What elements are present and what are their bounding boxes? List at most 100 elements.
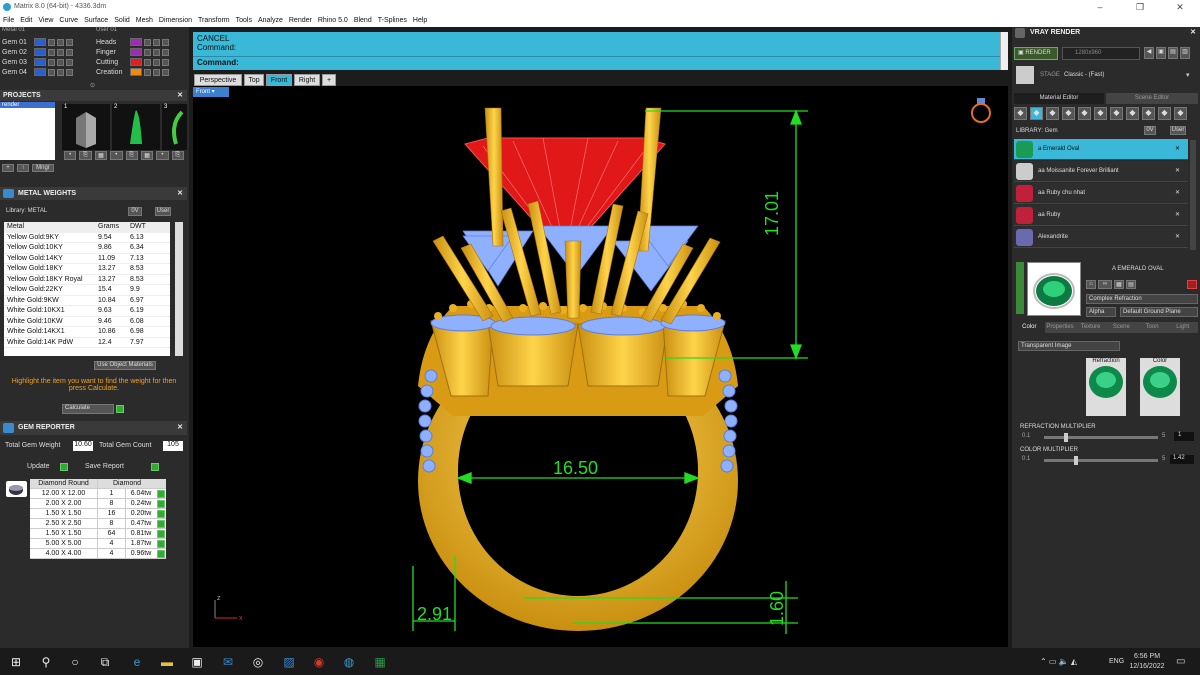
tab-add[interactable]: +	[322, 74, 336, 86]
calculate-button[interactable]	[116, 405, 124, 413]
excel-icon[interactable]: ▦	[370, 652, 390, 672]
subtab-properties[interactable]: Properties	[1044, 322, 1076, 333]
menu-item[interactable]: Curve	[56, 14, 81, 27]
subtab-texture[interactable]: Texture	[1075, 322, 1107, 333]
command-scrollbar[interactable]	[1000, 32, 1008, 70]
material-icon[interactable]: ◆	[1046, 107, 1059, 120]
menu-item[interactable]: Solid	[111, 14, 133, 27]
chevron-down-icon[interactable]: ▾	[1186, 71, 1190, 79]
tab-front[interactable]: Front	[266, 74, 292, 86]
tab-perspective[interactable]: Perspective	[194, 74, 242, 86]
menu-item[interactable]: T-Splines	[375, 14, 410, 27]
table-row[interactable]: 12.00 X 12.00 1 6.04tw	[30, 489, 166, 499]
table-row[interactable]: Yellow Gold:18KY 13.27 8.53	[4, 264, 170, 275]
close-icon[interactable]: ✕	[1190, 27, 1196, 39]
remove-icon[interactable]: ✕	[1175, 205, 1180, 226]
clock[interactable]: 6:56 PM 12/16/2022	[1124, 652, 1170, 672]
tool-button[interactable]: ∞	[1098, 280, 1112, 289]
lock-icon[interactable]	[48, 68, 55, 76]
gem-user-button[interactable]: User	[1170, 126, 1186, 135]
render-size-field[interactable]: 1280x960	[1062, 47, 1140, 60]
tool-button[interactable]: ▤	[1126, 280, 1136, 289]
tool-button[interactable]: ⌂	[1086, 280, 1096, 289]
part-color[interactable]	[130, 68, 142, 76]
menu-item[interactable]: Help	[410, 14, 430, 27]
minimize-button[interactable]: –	[1080, 0, 1120, 14]
part-swatch-row[interactable]: Finger	[96, 47, 169, 57]
ring-indicator-icon[interactable]	[971, 98, 991, 123]
gem-swatch-row[interactable]: Gem 01	[2, 37, 73, 47]
notification-icon[interactable]: ▭	[1176, 656, 1185, 667]
lock-icon[interactable]	[144, 48, 151, 56]
stage-preset[interactable]: Classic - (Fast)	[1064, 72, 1104, 78]
material-item[interactable]: Alexandrite ✕	[1014, 227, 1188, 248]
gem-color[interactable]	[34, 68, 46, 76]
add-project-button[interactable]: +	[2, 164, 14, 172]
table-row[interactable]: 4.00 X 4.00 4 0.96tw	[30, 549, 166, 559]
thumb-btn[interactable]: •	[110, 151, 123, 160]
delete-material-button[interactable]	[1187, 280, 1197, 289]
tool-button[interactable]: ▥	[1180, 47, 1190, 59]
gem-color[interactable]	[34, 58, 46, 66]
calculate-field[interactable]: Calculate	[62, 404, 114, 414]
material-item[interactable]: a Emerald Oval ✕	[1014, 139, 1188, 160]
menu-item[interactable]: Tools	[233, 14, 255, 27]
gem-swatch-row[interactable]: Gem 04	[2, 67, 73, 77]
gem-swatch-row[interactable]: Gem 02	[2, 47, 73, 57]
select-gem-button[interactable]	[157, 500, 165, 508]
transparent-image-select[interactable]: Transparent Image	[1018, 341, 1120, 351]
front-viewport[interactable]: 17.01 16.50 2.91 1.60 z x	[193, 86, 1008, 647]
project-thumb-3[interactable]: 3	[162, 104, 187, 150]
thumb-btn[interactable]: ⎘	[125, 151, 138, 160]
projects-list[interactable]: render	[0, 102, 55, 160]
tray-icons[interactable]: ⌃ ▭ 🔈 ◭	[1040, 657, 1077, 666]
select-icon[interactable]	[162, 58, 169, 66]
table-row[interactable]: White Gold:10KW 9.46 6.08	[4, 317, 170, 327]
select-gem-button[interactable]	[157, 520, 165, 528]
material-scrollbar[interactable]	[1190, 140, 1196, 250]
select-gem-button[interactable]	[157, 530, 165, 538]
lock-icon[interactable]	[144, 68, 151, 76]
table-row[interactable]: Yellow Gold:9KY 9.54 6.13	[4, 233, 170, 243]
app-icon[interactable]: ◎	[248, 652, 268, 672]
subtab-light[interactable]: Light	[1167, 322, 1199, 333]
viewport-label[interactable]: Front ▾	[193, 87, 229, 97]
gem-swatch-row[interactable]: Gem 03	[2, 57, 73, 67]
refraction-swatch[interactable]: Refraction	[1086, 358, 1126, 416]
alpha-field[interactable]: Alpha	[1086, 307, 1116, 317]
select-icon[interactable]	[66, 58, 73, 66]
table-row[interactable]: White Gold:14KX1 10.86 6.98	[4, 327, 170, 338]
cortana-icon[interactable]: ○	[65, 652, 85, 672]
expand-handle[interactable]	[1016, 262, 1024, 314]
close-icon[interactable]: ✕	[177, 90, 183, 101]
remove-icon[interactable]: ✕	[1175, 161, 1180, 182]
hide-icon[interactable]	[57, 58, 64, 66]
select-icon[interactable]	[66, 68, 73, 76]
edge-icon[interactable]: e	[127, 652, 147, 672]
hide-icon[interactable]	[57, 48, 64, 56]
material-item[interactable]: aa Moissanite Forever Brilliant ✕	[1014, 161, 1188, 182]
update-button[interactable]	[60, 463, 68, 471]
color-swatch[interactable]: Color	[1140, 358, 1180, 416]
menu-item[interactable]: Dimension	[156, 14, 195, 27]
metal-library-select[interactable]: 0V	[128, 207, 142, 216]
command-input[interactable]: Command:	[193, 56, 1000, 68]
menu-item[interactable]: Blend	[351, 14, 375, 27]
select-icon[interactable]	[162, 48, 169, 56]
tab-top[interactable]: Top	[244, 74, 264, 86]
metal-table-scrollbar[interactable]	[175, 222, 183, 356]
select-icon[interactable]	[162, 68, 169, 76]
thumb-btn[interactable]: •	[156, 151, 169, 160]
mngr-button[interactable]: Mngr	[32, 164, 54, 172]
thumb-btn[interactable]: •	[64, 151, 77, 160]
part-swatch-row[interactable]: Creation	[96, 67, 169, 77]
remove-icon[interactable]: ✕	[1175, 139, 1180, 160]
drop-icon[interactable]: ◆	[1014, 107, 1027, 120]
part-color[interactable]	[130, 58, 142, 66]
lock-icon[interactable]	[144, 58, 151, 66]
chrome-icon[interactable]: ◉	[309, 652, 329, 672]
photos-icon[interactable]: ▨	[279, 652, 299, 672]
maximize-button[interactable]: ❐	[1120, 0, 1160, 14]
cube-icon[interactable]: ◆	[1126, 107, 1139, 120]
tool-button[interactable]: ▣	[1156, 47, 1166, 59]
